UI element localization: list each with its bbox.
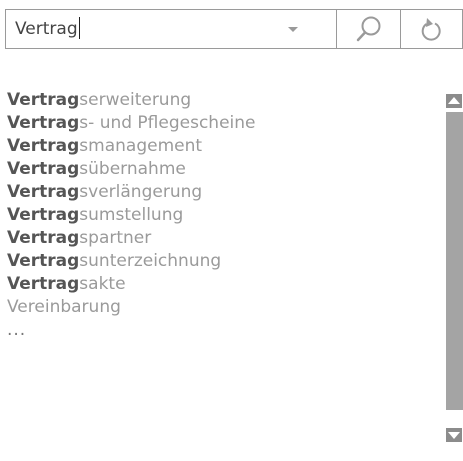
reset-button[interactable] (400, 10, 462, 48)
suggestion-item-vereinbarung[interactable]: Vereinbarung (7, 296, 437, 319)
suggestion-rest: sübernahme (79, 159, 186, 179)
arrow-up-icon[interactable] (446, 94, 462, 108)
suggestion-rest: sakte (79, 274, 126, 294)
scrollbar[interactable] (443, 88, 463, 448)
suggestion-rest: spartner (79, 228, 152, 248)
suggestion-item[interactable]: Vertragsumstellung (7, 204, 437, 227)
text-cursor (78, 17, 80, 39)
suggestion-item[interactable]: Vertragserweiterung (7, 89, 437, 112)
suggestion-list: Vertragserweiterung Vertrags- und Pflege… (7, 89, 437, 339)
search-input-value: Vertrag (15, 19, 78, 39)
scroll-thumb[interactable] (446, 112, 463, 410)
suggestion-item[interactable]: Vertragspartner (7, 227, 437, 250)
suggestion-item[interactable]: Vertragsakte (7, 273, 437, 296)
suggestion-rest: sunterzeichnung (79, 251, 222, 271)
suggestion-item[interactable]: Vertragsmanagement (7, 135, 437, 158)
suggestion-match: Vertrag (7, 113, 80, 133)
suggestion-match: Vertrag (7, 205, 80, 225)
search-button[interactable] (336, 10, 400, 48)
suggestion-match: Vertrag (7, 159, 80, 179)
reset-icon (421, 18, 441, 41)
search-input[interactable]: Vertrag (6, 10, 336, 48)
suggestion-item[interactable]: Vertragsverlängerung (7, 181, 437, 204)
suggestion-rest: smanagement (79, 136, 203, 156)
suggestion-match: Vertrag (7, 251, 80, 271)
suggestion-match: Vertrag (7, 228, 80, 248)
suggestion-item[interactable]: Vertragsübernahme (7, 158, 437, 181)
suggestion-match: Vertrag (7, 90, 80, 110)
suggestion-match: Vertrag (7, 274, 80, 294)
arrow-down-icon[interactable] (446, 428, 462, 442)
suggestion-match: Vertrag (7, 182, 80, 202)
suggestion-rest: sumstellung (79, 205, 184, 225)
suggestion-rest: s- und Pflegescheine (79, 113, 256, 133)
search-icon (356, 16, 381, 42)
suggestion-rest: serweiterung (79, 90, 192, 110)
suggestion-rest: sverlängerung (79, 182, 203, 202)
more-indicator[interactable]: ... (7, 322, 437, 339)
suggestion-item[interactable]: Vertrags- und Pflegescheine (7, 112, 437, 135)
chevron-down-icon[interactable] (288, 27, 298, 32)
suggestion-item[interactable]: Vertragsunterzeichnung (7, 250, 437, 273)
search-bar: Vertrag (5, 9, 463, 49)
suggestion-match: Vertrag (7, 136, 80, 156)
